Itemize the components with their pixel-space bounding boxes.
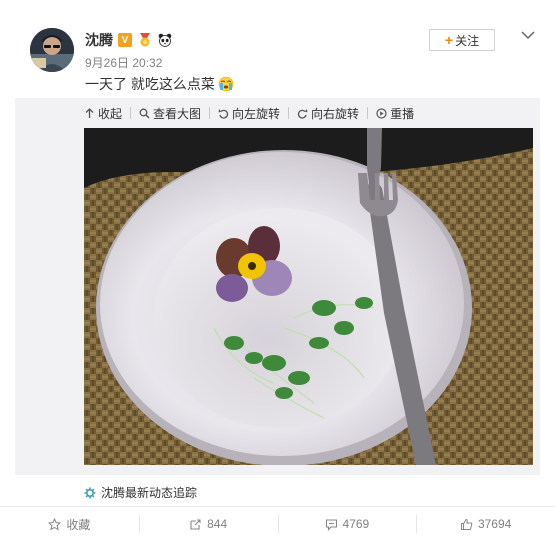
panda-icon bbox=[158, 33, 172, 47]
post-photo[interactable] bbox=[84, 128, 533, 465]
toolbar-divider bbox=[130, 107, 132, 119]
topic-link-label: 沈腾最新动态追踪 bbox=[101, 486, 198, 500]
repost-count: 844 bbox=[207, 517, 228, 531]
follow-button[interactable]: + 关注 bbox=[429, 29, 495, 51]
author-line: 沈腾 V bbox=[85, 30, 172, 50]
toolbar-divider bbox=[209, 107, 211, 119]
repost-icon bbox=[190, 518, 201, 530]
topic-link[interactable]: 沈腾最新动态追踪 bbox=[84, 484, 197, 501]
crying-face-icon bbox=[218, 76, 234, 92]
collapse-icon bbox=[85, 107, 94, 118]
rotate-left-icon bbox=[218, 108, 229, 119]
collapse-label: 收起 bbox=[98, 106, 123, 121]
thumbs-up-icon bbox=[460, 518, 473, 530]
comment-count: 4769 bbox=[342, 517, 370, 531]
favorite-button[interactable]: 收藏 bbox=[0, 507, 139, 541]
repost-button[interactable]: 844 bbox=[138, 507, 278, 541]
weibo-post-card: 沈腾 V 9月26日 20:32 + 关注 一天了 就吃这么点菜 收起 查看大图 bbox=[0, 0, 555, 549]
avatar[interactable] bbox=[30, 28, 74, 72]
plus-icon: + bbox=[444, 32, 454, 48]
action-bar: 收藏 844 4769 37694 bbox=[0, 507, 555, 541]
username[interactable]: 沈腾 bbox=[85, 30, 113, 50]
view-large-label: 查看大图 bbox=[153, 106, 202, 121]
post-timestamp[interactable]: 9月26日 20:32 bbox=[85, 54, 162, 71]
like-button[interactable]: 37694 bbox=[416, 507, 555, 541]
replay-button[interactable]: 重播 bbox=[376, 105, 414, 122]
v-badge-icon: V bbox=[118, 33, 132, 47]
like-count: 37694 bbox=[477, 517, 512, 531]
gear-icon bbox=[84, 487, 96, 498]
collapse-button[interactable]: 收起 bbox=[84, 105, 122, 122]
follow-label: 关注 bbox=[455, 33, 480, 48]
toolbar-divider bbox=[288, 107, 290, 119]
search-icon bbox=[139, 108, 150, 118]
medal-icon bbox=[137, 33, 153, 47]
rotate-right-button[interactable]: 向右旋转 bbox=[297, 105, 359, 122]
post-text: 一天了 就吃这么点菜 bbox=[85, 74, 234, 94]
chevron-down-icon[interactable] bbox=[521, 30, 535, 40]
view-large-button[interactable]: 查看大图 bbox=[139, 105, 201, 122]
star-icon bbox=[48, 517, 62, 531]
media-toolbar: 收起 查看大图 向左旋转 向右旋转 重播 bbox=[84, 103, 414, 123]
post-text-content: 一天了 就吃这么点菜 bbox=[85, 76, 215, 92]
rotate-left-button[interactable]: 向左旋转 bbox=[218, 105, 280, 122]
comment-icon bbox=[325, 518, 337, 531]
rotate-right-label: 向右旋转 bbox=[311, 106, 360, 121]
replay-icon bbox=[376, 107, 387, 119]
rotate-left-label: 向左旋转 bbox=[232, 106, 281, 121]
rotate-right-icon bbox=[297, 108, 308, 119]
comment-button[interactable]: 4769 bbox=[277, 507, 417, 541]
toolbar-divider bbox=[367, 107, 369, 119]
favorite-label: 收藏 bbox=[66, 517, 91, 532]
replay-label: 重播 bbox=[390, 106, 415, 121]
